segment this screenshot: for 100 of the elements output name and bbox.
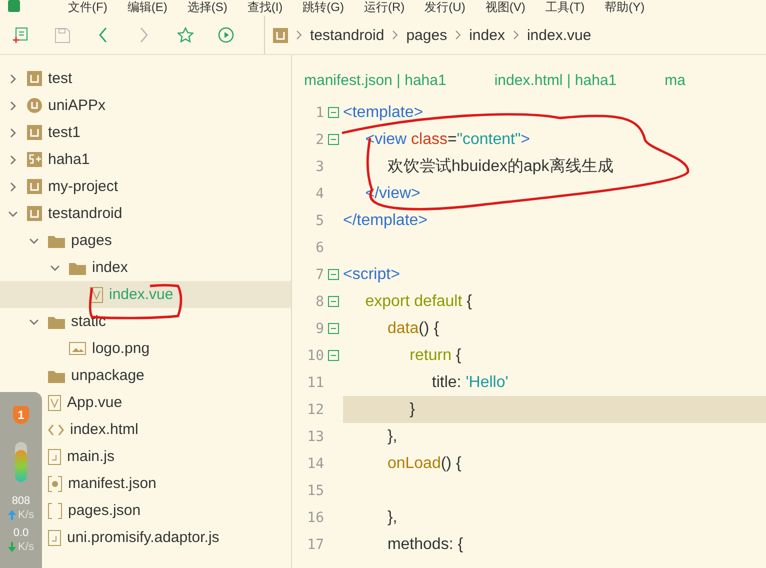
- line-number: 3: [314, 158, 324, 174]
- tree-item[interactable]: uniAPPx: [0, 92, 291, 119]
- fold-icon[interactable]: [328, 296, 339, 307]
- line-number: 7: [314, 266, 324, 282]
- project-icon: [27, 206, 42, 221]
- code-icon: [48, 424, 64, 436]
- download-unit: K/s: [8, 540, 34, 554]
- arrow-down-icon: [8, 542, 16, 552]
- fold-icon[interactable]: [328, 269, 339, 280]
- menu-item[interactable]: 查找(I): [247, 0, 283, 14]
- folder-icon: [48, 368, 65, 382]
- file-icon: [90, 286, 103, 302]
- gauge-icon: [15, 442, 27, 482]
- line-number: 13: [306, 428, 324, 444]
- tree-item[interactable]: static: [0, 308, 291, 335]
- line-number: 11: [306, 374, 324, 390]
- file-icon: [48, 530, 61, 546]
- line-number: 2: [314, 132, 324, 148]
- tree-item[interactable]: pages: [0, 227, 291, 254]
- line-number: 1: [314, 104, 324, 120]
- code-line: 欢饮尝试hbuidex的apk离线生成: [386, 156, 614, 177]
- star-icon: [176, 27, 194, 43]
- fold-icon[interactable]: [328, 134, 339, 145]
- tree-item[interactable]: test1: [0, 119, 291, 146]
- line-number: 16: [306, 510, 324, 526]
- line-number: 5: [314, 212, 324, 228]
- settings-file-icon: [48, 476, 62, 492]
- code-line: methods: {: [386, 534, 464, 554]
- run-icon: [218, 27, 234, 43]
- chevron-icon: [392, 30, 398, 40]
- code-line: <template>: [343, 102, 424, 122]
- code-line: },: [386, 426, 398, 446]
- code-line: data() {: [386, 318, 440, 338]
- upload-speed: 808: [12, 494, 30, 508]
- breadcrumb-item[interactable]: pages: [406, 26, 448, 44]
- upload-unit: K/s: [8, 508, 34, 522]
- line-number: 6: [314, 240, 324, 256]
- chevron-icon: [455, 30, 462, 40]
- menu-item[interactable]: 工具(T): [545, 0, 585, 14]
- forward-icon: [139, 27, 149, 43]
- code-line: </template>: [343, 210, 428, 230]
- project-icon: [27, 71, 42, 86]
- tree-item[interactable]: logo.png: [0, 335, 291, 362]
- code-line: export default {: [364, 292, 473, 312]
- line-number: 10: [306, 348, 324, 364]
- save-icon: [54, 28, 70, 42]
- fold-icon[interactable]: [328, 350, 339, 361]
- file-icon: [48, 448, 61, 464]
- arrow-up-icon: [8, 510, 16, 520]
- tree-item[interactable]: my-project: [0, 173, 291, 200]
- download-speed: 0.0: [13, 526, 29, 540]
- line-number: 14: [306, 456, 324, 472]
- folder-icon: [48, 234, 65, 248]
- project-icon: [27, 179, 42, 194]
- code-line: <script>: [343, 264, 401, 284]
- file-icon: [48, 394, 61, 410]
- image-icon: [69, 342, 86, 355]
- line-number: 17: [306, 536, 324, 552]
- code-line: title: 'Hello': [430, 372, 510, 392]
- menu-item[interactable]: 视图(V): [485, 0, 526, 14]
- project-icon: [27, 125, 42, 140]
- brackets-icon: [48, 502, 62, 518]
- menu-item[interactable]: 文件(F): [68, 0, 108, 14]
- line-number: 9: [314, 320, 324, 336]
- menu-item[interactable]: 跳转(G): [302, 0, 344, 14]
- tree-item[interactable]: test: [0, 65, 291, 92]
- menu-item[interactable]: 运行(R): [364, 0, 405, 14]
- menu-item[interactable]: 帮助(Y): [604, 0, 645, 14]
- code-line: onLoad() {: [386, 454, 462, 474]
- tree-item[interactable]: unpackage: [0, 362, 291, 389]
- tree-item[interactable]: manifest.json: [0, 470, 291, 497]
- code-line: },: [386, 508, 398, 528]
- fold-icon[interactable]: [328, 107, 339, 118]
- chevron-icon: [512, 30, 519, 40]
- chevron-icon: [296, 30, 302, 40]
- menu-item[interactable]: 选择(S): [187, 0, 228, 14]
- project-icon: [27, 98, 42, 113]
- code-line: return {: [408, 346, 462, 366]
- line-number: 4: [314, 186, 324, 202]
- back-icon: [98, 27, 108, 43]
- project-icon: [273, 28, 288, 42]
- new-file-icon: [13, 27, 29, 43]
- line-number: 12: [306, 402, 324, 418]
- menu-item[interactable]: 发行(U): [424, 0, 466, 14]
- tree-item[interactable]: haha1: [0, 146, 291, 173]
- menu-item[interactable]: 编辑(E): [127, 0, 168, 14]
- app-logo-icon: [8, 0, 20, 12]
- tree-item[interactable]: main.js: [0, 443, 291, 470]
- line-number: 15: [306, 482, 324, 498]
- breadcrumb-item[interactable]: index: [469, 26, 505, 44]
- breadcrumb-item[interactable]: index.vue: [526, 26, 592, 44]
- folder-icon: [69, 260, 86, 274]
- breadcrumb-item[interactable]: testandroid: [310, 26, 384, 44]
- fold-icon[interactable]: [328, 323, 339, 334]
- code-line: <view class="content">: [364, 130, 532, 150]
- line-number: 8: [314, 294, 324, 310]
- project-icon: [27, 152, 42, 167]
- folder-icon: [48, 314, 65, 328]
- tree-item[interactable]: testandroid: [0, 200, 291, 227]
- tree-item[interactable]: index: [0, 254, 291, 281]
